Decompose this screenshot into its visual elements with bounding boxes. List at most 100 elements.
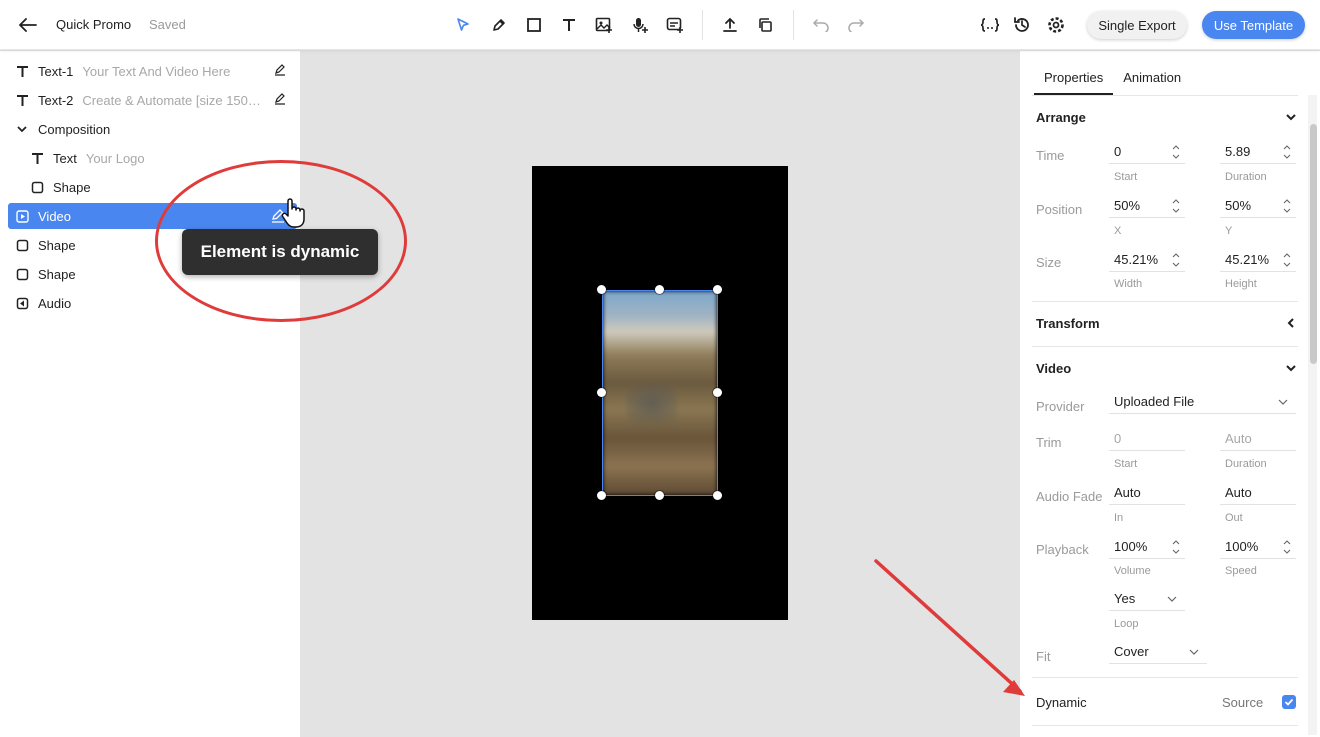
undo-icon[interactable] bbox=[809, 13, 833, 37]
field-value: Cover bbox=[1114, 644, 1149, 659]
variables-icon[interactable] bbox=[978, 13, 1002, 37]
stepper-icon[interactable] bbox=[1171, 537, 1181, 557]
height-sub-label: Height bbox=[1225, 278, 1257, 290]
subtitles-icon[interactable] bbox=[663, 13, 687, 37]
section-transform-header[interactable]: Transform bbox=[1036, 313, 1298, 333]
layer-item-shape[interactable]: Shape bbox=[0, 174, 300, 200]
edit-icon[interactable] bbox=[274, 93, 288, 107]
layer-hint: Your Text And Video Here bbox=[82, 63, 231, 79]
field-value: 45.21% bbox=[1114, 252, 1159, 267]
position-y-input[interactable]: 50% bbox=[1220, 194, 1296, 218]
tab-animation[interactable]: Animation bbox=[1113, 63, 1191, 95]
field-value: 45.21% bbox=[1225, 252, 1270, 267]
width-sub-label: Width bbox=[1114, 278, 1143, 290]
stepper-icon[interactable] bbox=[1171, 142, 1181, 162]
resize-handle-top[interactable] bbox=[655, 285, 664, 294]
use-template-button[interactable]: Use Template bbox=[1202, 11, 1305, 39]
checkmark-icon bbox=[1284, 698, 1294, 706]
speed-input[interactable]: 100% bbox=[1220, 535, 1296, 559]
field-value: 50% bbox=[1225, 198, 1252, 213]
chevron-down-icon[interactable] bbox=[15, 122, 29, 136]
tab-properties[interactable]: Properties bbox=[1034, 63, 1114, 95]
video-element[interactable] bbox=[602, 290, 718, 496]
provider-label: Provider bbox=[1036, 399, 1085, 414]
section-divider bbox=[1032, 725, 1298, 726]
layer-name: Shape bbox=[53, 179, 91, 195]
image-icon[interactable] bbox=[592, 13, 616, 37]
provider-select[interactable]: Uploaded File bbox=[1109, 390, 1296, 414]
width-input[interactable]: 45.21% bbox=[1109, 248, 1185, 272]
layer-item-audio[interactable]: Audio bbox=[0, 290, 300, 316]
position-label: Position bbox=[1036, 202, 1083, 217]
dynamic-tooltip: Element is dynamic bbox=[182, 229, 378, 275]
fade-in-input[interactable]: Auto bbox=[1109, 481, 1185, 505]
stepper-icon[interactable] bbox=[1171, 250, 1181, 270]
resize-handle-bottom[interactable] bbox=[655, 491, 664, 500]
history-icon[interactable] bbox=[1010, 13, 1034, 37]
source-label: Source bbox=[1222, 695, 1264, 710]
resize-handle-top-left[interactable] bbox=[597, 285, 606, 294]
edit-icon[interactable] bbox=[274, 64, 288, 78]
stepper-icon[interactable] bbox=[1282, 196, 1292, 216]
fit-select[interactable]: Cover bbox=[1109, 640, 1207, 664]
upload-icon[interactable] bbox=[718, 13, 742, 37]
rectangle-icon[interactable] bbox=[522, 13, 546, 37]
audio-mic-icon[interactable] bbox=[628, 13, 652, 37]
dynamic-source-checkbox[interactable] bbox=[1282, 695, 1296, 709]
layer-item-text[interactable]: Text Your Logo bbox=[0, 145, 300, 171]
duplicate-icon[interactable] bbox=[753, 13, 777, 37]
project-title[interactable]: Quick Promo bbox=[56, 17, 131, 32]
resize-handle-left[interactable] bbox=[597, 388, 606, 397]
duration-sub-label: Duration bbox=[1225, 171, 1267, 183]
chevron-left-icon[interactable] bbox=[1284, 316, 1298, 330]
shape-icon bbox=[15, 267, 29, 281]
fade-out-input[interactable]: Auto bbox=[1220, 481, 1296, 505]
chevron-down-icon[interactable] bbox=[1284, 361, 1298, 375]
resize-handle-top-right[interactable] bbox=[713, 285, 722, 294]
resize-handle-right[interactable] bbox=[713, 388, 722, 397]
start-time-input[interactable]: 0 bbox=[1109, 140, 1185, 164]
field-value: 100% bbox=[1114, 539, 1148, 554]
trim-duration-input[interactable]: Auto bbox=[1220, 427, 1296, 451]
properties-scrollbar-thumb[interactable] bbox=[1310, 124, 1317, 364]
text-icon[interactable] bbox=[557, 13, 581, 37]
resize-handle-bottom-left[interactable] bbox=[597, 491, 606, 500]
redo-icon[interactable] bbox=[844, 13, 868, 37]
layer-name: Text bbox=[53, 150, 77, 166]
layer-item-composition[interactable]: Composition bbox=[0, 116, 300, 142]
section-divider bbox=[1032, 677, 1298, 678]
size-label: Size bbox=[1036, 255, 1062, 270]
stepper-icon[interactable] bbox=[1171, 196, 1181, 216]
section-video-header[interactable]: Video bbox=[1036, 358, 1298, 378]
section-title: Transform bbox=[1036, 315, 1100, 331]
single-export-button[interactable]: Single Export bbox=[1087, 11, 1187, 39]
chevron-down-icon bbox=[1189, 649, 1199, 655]
layer-item-text-1[interactable]: Text-1 Your Text And Video Here bbox=[0, 58, 300, 84]
height-input[interactable]: 45.21% bbox=[1220, 248, 1296, 272]
back-arrow-icon[interactable] bbox=[16, 13, 40, 37]
chevron-down-icon[interactable] bbox=[1284, 110, 1298, 124]
pen-icon[interactable] bbox=[487, 13, 511, 37]
settings-icon[interactable] bbox=[1044, 13, 1068, 37]
fit-label: Fit bbox=[1036, 649, 1051, 664]
layer-item-text-2[interactable]: Text-2 Create & Automate [size 150%... bbox=[0, 87, 300, 113]
stepper-icon[interactable] bbox=[1282, 537, 1292, 557]
stepper-icon[interactable] bbox=[1282, 142, 1292, 162]
section-divider bbox=[1032, 346, 1298, 347]
layer-item-video[interactable]: Video bbox=[8, 203, 297, 229]
select-cursor-icon[interactable] bbox=[451, 13, 475, 37]
position-x-input[interactable]: 50% bbox=[1109, 194, 1185, 218]
stepper-icon[interactable] bbox=[1282, 250, 1292, 270]
section-arrange-header[interactable]: Arrange bbox=[1036, 107, 1298, 127]
volume-input[interactable]: 100% bbox=[1109, 535, 1185, 559]
resize-handle-bottom-right[interactable] bbox=[713, 491, 722, 500]
field-value: Yes bbox=[1114, 591, 1136, 606]
duration-input[interactable]: 5.89 bbox=[1220, 140, 1296, 164]
trim-duration-sub-label: Duration bbox=[1225, 458, 1267, 470]
loop-select[interactable]: Yes bbox=[1109, 587, 1185, 611]
layer-name: Audio bbox=[38, 295, 72, 311]
field-value: 5.89 bbox=[1225, 144, 1251, 159]
section-title: Dynamic bbox=[1036, 694, 1087, 710]
trim-start-input[interactable]: 0 bbox=[1109, 427, 1185, 451]
layer-hint: Your Logo bbox=[85, 150, 145, 166]
